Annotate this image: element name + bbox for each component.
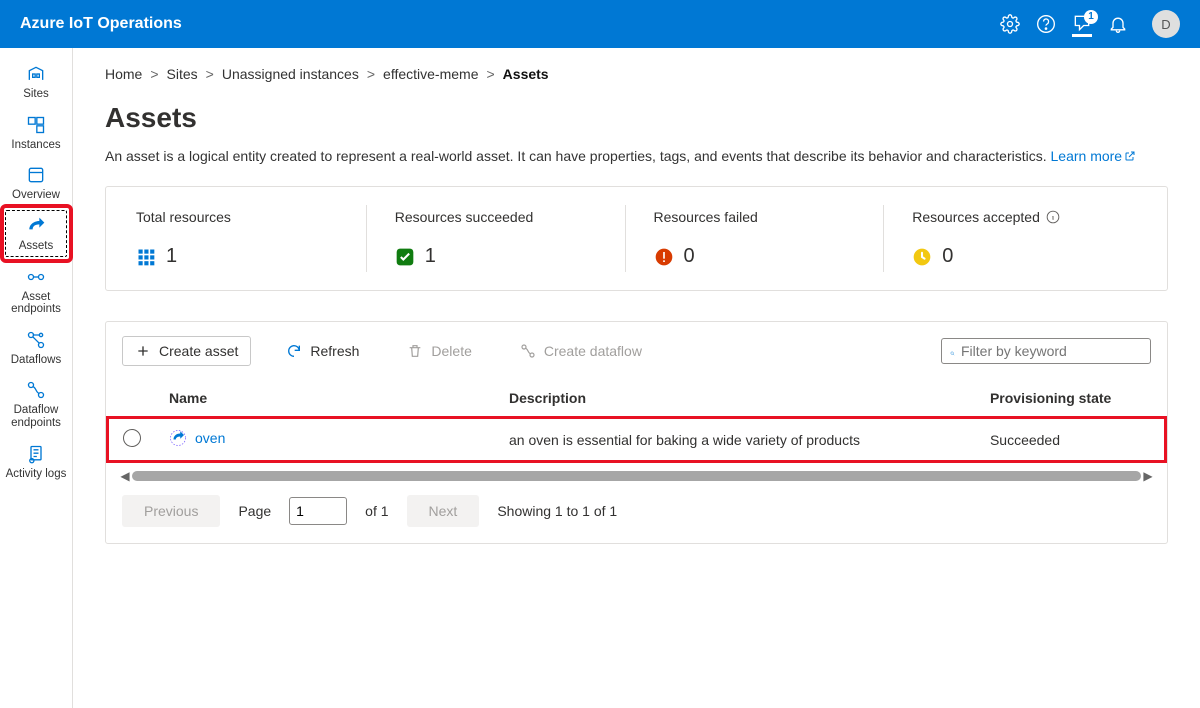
row-select-radio[interactable] (123, 429, 141, 447)
clock-icon (912, 247, 932, 267)
sidenav-label: Dataflows (11, 354, 62, 367)
dataflow-icon (520, 343, 536, 359)
asset-name-link[interactable]: oven (169, 429, 225, 447)
stat-label: Total resources (136, 209, 339, 225)
dataflow-endpoints-icon (26, 380, 46, 400)
filter-input-wrapper[interactable] (941, 338, 1151, 364)
overview-icon (26, 165, 46, 185)
scroll-right-arrow[interactable]: ▶ (1141, 469, 1155, 483)
help-icon[interactable] (1036, 14, 1056, 34)
sidenav-label: Asset endpoints (2, 291, 70, 316)
create-dataflow-button: Create dataflow (507, 336, 655, 366)
assets-table: Name Description Provisioning state oven (106, 380, 1167, 463)
sites-icon (26, 64, 46, 84)
grid-icon (136, 247, 156, 267)
next-page-button: Next (407, 495, 480, 527)
breadcrumb-unassigned[interactable]: Unassigned instances (222, 66, 359, 82)
breadcrumb-current: Assets (503, 66, 549, 82)
sidenav-item-sites[interactable]: Sites (0, 56, 72, 107)
user-avatar[interactable]: D (1152, 10, 1180, 38)
breadcrumb-home[interactable]: Home (105, 66, 142, 82)
success-icon (395, 247, 415, 267)
page-title: Assets (105, 102, 1168, 134)
stat-value: 0 (942, 245, 953, 268)
sidenav-item-activity-logs[interactable]: Activity logs (0, 436, 72, 487)
topbar: Azure IoT Operations 1 D (0, 0, 1200, 48)
sidenav-label: Dataflow endpoints (2, 404, 70, 429)
notifications-icon[interactable] (1108, 14, 1128, 34)
table-card: Create asset Refresh Delete Create dataf… (105, 321, 1168, 544)
error-icon (654, 247, 674, 267)
cell-description: an oven is essential for baking a wide v… (495, 418, 976, 462)
learn-more-link[interactable]: Learn more (1051, 148, 1137, 164)
sidenav-label: Overview (12, 189, 60, 202)
feedback-icon[interactable]: 1 (1072, 17, 1092, 37)
stat-succeeded: Resources succeeded 1 (367, 209, 626, 268)
stat-label: Resources succeeded (395, 209, 598, 225)
col-state[interactable]: Provisioning state (976, 380, 1166, 418)
assets-icon (26, 216, 46, 236)
settings-icon[interactable] (1000, 14, 1020, 34)
stat-failed: Resources failed 0 (626, 209, 885, 268)
stat-label: Resources failed (654, 209, 857, 225)
pager: Previous Page of 1 Next Showing 1 to 1 o… (106, 483, 1167, 527)
stat-value: 0 (684, 245, 695, 268)
stat-accepted: Resources accepted 0 (884, 209, 1143, 268)
prev-page-button: Previous (122, 495, 220, 527)
dataflows-icon (26, 330, 46, 350)
stat-total: Total resources 1 (130, 209, 367, 268)
stat-value: 1 (166, 245, 177, 268)
toolbar: Create asset Refresh Delete Create dataf… (106, 322, 1167, 380)
stat-value: 1 (425, 245, 436, 268)
page-of: of 1 (365, 503, 388, 519)
sidenav-item-dataflow-endpoints[interactable]: Dataflow endpoints (0, 372, 72, 435)
main-content: Home > Sites > Unassigned instances > ef… (73, 48, 1200, 708)
activity-logs-icon (26, 444, 46, 464)
sidenav-label: Sites (23, 88, 49, 101)
col-name[interactable]: Name (155, 380, 495, 418)
col-description[interactable]: Description (495, 380, 976, 418)
search-icon (950, 343, 955, 359)
app-title: Azure IoT Operations (20, 15, 182, 33)
refresh-icon (286, 343, 302, 359)
sidenav-item-instances[interactable]: Instances (0, 107, 72, 158)
sidenav-label: Assets (19, 240, 54, 253)
sidenav-item-asset-endpoints[interactable]: Asset endpoints (0, 259, 72, 322)
sidenav-item-dataflows[interactable]: Dataflows (0, 322, 72, 373)
asset-icon (169, 429, 187, 447)
filter-input[interactable] (961, 343, 1142, 359)
plus-icon (135, 343, 151, 359)
sidenav-label: Activity logs (6, 468, 67, 481)
delete-button: Delete (394, 336, 484, 366)
sidenav: Sites Instances Overview Assets Asset en… (0, 48, 73, 708)
create-asset-button[interactable]: Create asset (122, 336, 251, 366)
feedback-badge: 1 (1084, 10, 1098, 24)
horizontal-scrollbar[interactable]: ◀ ▶ (106, 469, 1167, 483)
breadcrumb-instance[interactable]: effective-meme (383, 66, 478, 82)
delete-icon (407, 343, 423, 359)
breadcrumb-sites[interactable]: Sites (167, 66, 198, 82)
sidenav-item-overview[interactable]: Overview (0, 157, 72, 208)
cell-state: Succeeded (976, 418, 1166, 462)
instances-icon (26, 115, 46, 135)
stat-label: Resources accepted (912, 209, 1115, 225)
page-description: An asset is a logical entity created to … (105, 148, 1168, 164)
page-label: Page (238, 503, 271, 519)
sidenav-label: Instances (11, 139, 60, 152)
scroll-left-arrow[interactable]: ◀ (118, 469, 132, 483)
breadcrumb: Home > Sites > Unassigned instances > ef… (105, 66, 1168, 82)
page-desc-text: An asset is a logical entity created to … (105, 148, 1051, 164)
asset-endpoints-icon (26, 267, 46, 287)
table-row[interactable]: oven an oven is essential for baking a w… (108, 418, 1166, 462)
info-icon[interactable] (1046, 210, 1060, 224)
refresh-button[interactable]: Refresh (273, 336, 372, 366)
sidenav-item-assets[interactable]: Assets (0, 208, 72, 259)
stats-card: Total resources 1 Resources succeeded 1 … (105, 186, 1168, 291)
page-number-input[interactable] (289, 497, 347, 525)
showing-text: Showing 1 to 1 of 1 (497, 503, 617, 519)
